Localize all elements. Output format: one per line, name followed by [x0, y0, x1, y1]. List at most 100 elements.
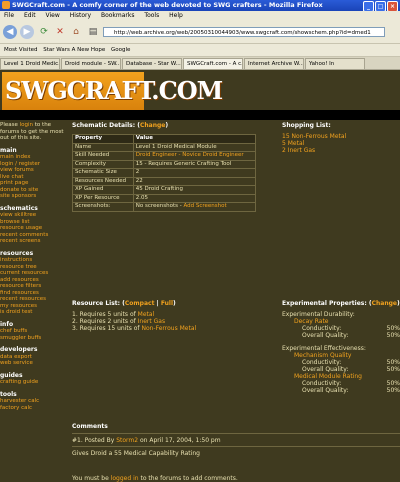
- sidebar-link[interactable]: site sponsors: [0, 193, 36, 199]
- header-band: [0, 110, 400, 120]
- sidebar-link[interactable]: factory calc: [0, 405, 32, 411]
- sidebar-link[interactable]: chef buffs: [0, 328, 27, 334]
- site-logo-text: SWGCRAFT.COM: [5, 76, 223, 105]
- sidebar-link[interactable]: data export: [0, 354, 32, 360]
- table-row: Schematic Size 2: [72, 168, 257, 178]
- home-icon[interactable]: ⌂: [69, 25, 83, 39]
- shopping-item[interactable]: 15 Non-Ferrous Metal: [282, 133, 346, 140]
- value-cell: 15 - Requires Generic Crafting Tool: [132, 159, 257, 169]
- tab-database[interactable]: Database - Star W...: [122, 58, 182, 69]
- sidebar-link[interactable]: crafting guide: [0, 379, 38, 385]
- value-link[interactable]: Droid Engineer - Novice Droid Engineer: [136, 152, 244, 158]
- schematic-change-link[interactable]: Change: [140, 122, 165, 129]
- sidebar-link[interactable]: live chat: [0, 174, 23, 180]
- sidebar-link[interactable]: view skilltree: [0, 212, 36, 218]
- sidebar-link[interactable]: browse list: [0, 219, 30, 225]
- menu-bookmarks[interactable]: Bookmarks: [101, 12, 135, 19]
- login-to-comment: You must be logged in to the forums to a…: [72, 475, 238, 482]
- col-value: Value: [132, 134, 257, 144]
- shopping-item[interactable]: 2 Inert Gas: [282, 147, 346, 154]
- sidebar-link[interactable]: my resources: [0, 303, 37, 309]
- experimental-line: Overall Quality: 50%: [302, 387, 400, 394]
- resource-link[interactable]: Metal: [138, 311, 155, 318]
- property-cell: Name: [72, 142, 134, 152]
- menu-history[interactable]: History: [70, 12, 91, 19]
- property-cell: Resources Needed: [72, 176, 134, 186]
- comments-divider: [72, 433, 400, 434]
- experimental-line: Overall Quality: 50%: [302, 332, 400, 339]
- sidebar-link[interactable]: harvester calc: [0, 398, 39, 404]
- sidebar-link[interactable]: donate to site: [0, 187, 38, 193]
- add-screenshot-link[interactable]: Add Screenshot: [183, 203, 226, 209]
- experimental-sub-link[interactable]: Mechanism Quality: [282, 352, 400, 359]
- sidebar-link[interactable]: instructions: [0, 257, 32, 263]
- tab-swgcraft[interactable]: SWGCraft.com - A c...: [183, 58, 243, 69]
- bookmark-most-visited[interactable]: Most Visited: [4, 47, 37, 53]
- tab-droid-module[interactable]: Droid module - SW...: [61, 58, 121, 69]
- sidebar-link[interactable]: view forums: [0, 167, 34, 173]
- shopping-item[interactable]: 5 Metal: [282, 140, 346, 147]
- menu-file[interactable]: File: [4, 12, 14, 19]
- resource-link[interactable]: Inert Gas: [138, 318, 165, 325]
- shopping-list: Shopping List: 15 Non-Ferrous Metal 5 Met…: [282, 122, 346, 154]
- value-text: 45 Droid Crafting: [135, 186, 183, 192]
- shopping-heading: Shopping List:: [282, 122, 331, 129]
- menu-edit[interactable]: Edit: [24, 12, 36, 19]
- sidebar-link[interactable]: smuggler buffs: [0, 335, 41, 341]
- experimental-line: Conductivity: 50%: [302, 380, 400, 387]
- tab-internet-archive[interactable]: Internet Archive W...: [244, 58, 304, 69]
- experimental-sub-link[interactable]: Medical Module Rating: [282, 373, 400, 380]
- sidebar-link[interactable]: add resources: [0, 277, 39, 283]
- value-text: No screenshots -: [135, 203, 182, 209]
- sidebar-link[interactable]: resource tree: [0, 264, 37, 270]
- bookmark-star-wars[interactable]: Star Wars A New Hope: [43, 47, 105, 53]
- sidebar-link[interactable]: print page: [0, 180, 28, 186]
- sidebar-link[interactable]: resource usage: [0, 225, 42, 231]
- sidebar-link[interactable]: web service: [0, 360, 33, 366]
- reload-icon[interactable]: ⟳: [37, 25, 51, 39]
- url-bar[interactable]: http://web.archive.org/web/2005031004490…: [103, 27, 385, 37]
- resource-items: 1. Requires 5 units of Metal 2. Requires …: [72, 311, 196, 332]
- sidebar-link[interactable]: recent screens: [0, 238, 40, 244]
- back-icon[interactable]: ◀: [3, 25, 17, 39]
- value-text: 22: [135, 177, 143, 184]
- sidebar-link[interactable]: current resources: [0, 270, 48, 276]
- experimental-sub-link[interactable]: Decay Rate: [282, 318, 400, 325]
- firefox-icon: [2, 1, 10, 9]
- stop-icon[interactable]: ✕: [53, 25, 67, 39]
- menu-help[interactable]: Help: [169, 12, 183, 19]
- sidebar-link[interactable]: main index: [0, 154, 31, 160]
- value-cell: 2: [132, 168, 257, 178]
- compact-link[interactable]: Compact: [125, 300, 155, 307]
- login-link[interactable]: login: [20, 122, 33, 128]
- tab-yahoo[interactable]: Yahoo! In: [305, 58, 365, 69]
- sidebar-link[interactable]: recent resources: [0, 296, 46, 302]
- menu-tools[interactable]: Tools: [144, 12, 159, 19]
- sidebar-link[interactable]: login / register: [0, 161, 40, 167]
- sidebar-link[interactable]: resource filters: [0, 283, 41, 289]
- sidebar: Please login to the forums to get the mo…: [0, 122, 64, 433]
- menu-view[interactable]: View: [46, 12, 60, 19]
- sidebar-link[interactable]: recent comments: [0, 232, 48, 238]
- full-link[interactable]: Full: [161, 300, 173, 307]
- bookmark-icon[interactable]: ▤: [86, 25, 100, 39]
- resource-list: Resource List: (Compact | Full) 1. Requi…: [72, 300, 196, 332]
- experimental-change-link[interactable]: Change: [372, 300, 397, 307]
- list-item: 1. Requires 5 units of Metal: [72, 311, 155, 318]
- property-cell: Schematic Size: [72, 168, 134, 178]
- site-logo[interactable]: SWGCRAFT.COM: [2, 72, 223, 110]
- sidebar-link[interactable]: is droid test: [0, 309, 32, 315]
- comment-author-link[interactable]: Storm2: [116, 437, 138, 444]
- resource-link[interactable]: Non-Ferrous Metal: [141, 325, 196, 332]
- table-row: Screenshots: No screenshots - Add Screens…: [72, 202, 257, 212]
- sidebar-link[interactable]: find resources: [0, 290, 39, 296]
- experimental-group-title: Experimental Effectiveness:: [282, 345, 366, 352]
- forward-icon[interactable]: ▶: [20, 25, 34, 39]
- value-cell: 22: [132, 176, 257, 186]
- bookmark-google[interactable]: Google: [111, 47, 130, 53]
- menu-bar: File Edit View History Bookmarks Tools H…: [0, 11, 400, 21]
- table-row: XP Per Resource 2.05: [72, 193, 257, 203]
- window-title: SWGCraft.com - A comfy corner of the web…: [12, 1, 323, 9]
- tab-droid-medic[interactable]: Level 1 Droid Medic...: [0, 58, 60, 69]
- logged-in-link[interactable]: logged in: [111, 475, 139, 482]
